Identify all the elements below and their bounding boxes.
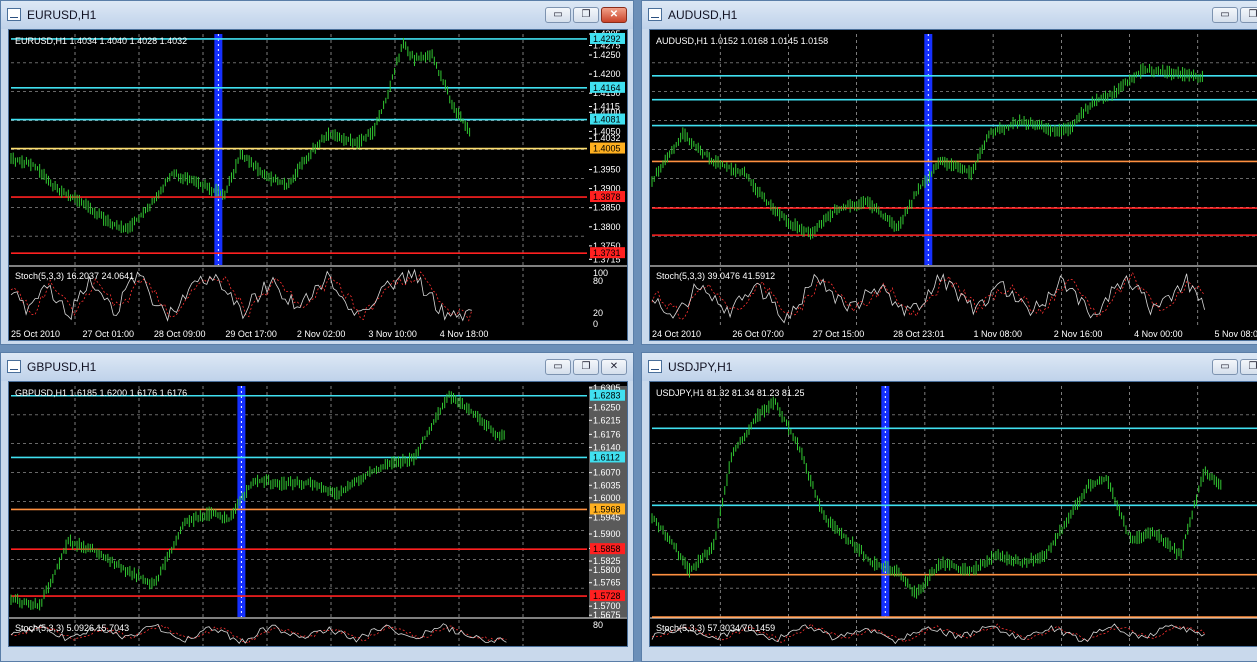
price-tick-label: 1.6070 (593, 468, 621, 478)
price-tick-label: 1.6140 (593, 442, 621, 452)
time-axis-label: 4 Nov 18:00 (440, 329, 489, 339)
price-tick-label: 1.3800 (593, 222, 621, 232)
time-axis-label: 26 Oct 07:00 (732, 329, 784, 339)
stoch-tick-label: 80 (593, 276, 603, 286)
time-axis-label: 24 Oct 2010 (652, 329, 701, 339)
window-title: AUDUSD,H1 (668, 8, 738, 22)
price-tick-label: 1.5900 (593, 529, 621, 539)
titlebar-usdjpy[interactable]: USDJPY,H1 ▭ ❐ (642, 353, 1257, 381)
restore-button[interactable]: ❐ (1240, 7, 1257, 23)
window-eurusd[interactable]: EURUSD,H1 ▭ ❐ ✕ 1.43051.42751.42501.4200… (0, 0, 634, 345)
level-price-label: 1.6112 (593, 452, 620, 462)
restore-button[interactable]: ❐ (1240, 359, 1257, 375)
price-tick-label: 1.5800 (593, 565, 621, 575)
price-tick-label: 1.4200 (593, 69, 621, 79)
level-price-label: 1.4292 (593, 34, 621, 44)
level-price-label: 1.3731 (593, 248, 621, 258)
price-tick-label: 1.4250 (593, 50, 621, 60)
window-audusd[interactable]: AUDUSD,H1 ▭ ❐ AUDUSD,H1 1.0152 1.0168 1.… (641, 0, 1257, 345)
chart-audusd[interactable]: AUDUSD,H1 1.0152 1.0168 1.0145 1.0158 Sto… (649, 29, 1257, 341)
symbol-ohlc-info: GBPUSD,H1 1.6185 1.6200 1.6176 1.6176 (15, 388, 187, 398)
price-tick-label: 1.6000 (593, 493, 621, 503)
grid (11, 386, 587, 646)
level-price-label: 1.4005 (593, 144, 621, 154)
stoch-tick-label: 20 (593, 308, 603, 318)
symbol-ohlc-info: AUDUSD,H1 1.0152 1.0168 1.0145 1.0158 (656, 36, 828, 46)
price-tick-label: 1.6250 (593, 403, 621, 413)
minimize-button[interactable]: ▭ (1212, 7, 1238, 23)
chart-window-icon (7, 360, 21, 373)
window-gbpusd[interactable]: GBPUSD,H1 ▭ ❐ ✕ 1.6305 1.6250 1.6215 1.6176… (0, 352, 634, 662)
restore-button[interactable]: ❐ (573, 7, 599, 23)
close-button[interactable]: ✕ (601, 7, 627, 23)
grid (652, 386, 1257, 646)
chart-usdjpy[interactable]: USDJPY,H1 81.32 81.34 81.23 81.25 Stoch(5… (649, 381, 1257, 647)
time-axis-label: 28 Oct 09:00 (154, 329, 206, 339)
price-bars (10, 390, 505, 611)
price-tick-label: 1.5765 (593, 578, 621, 588)
level-price-label: 1.6283 (593, 391, 621, 401)
price-tick-label: 1.5675 (593, 610, 621, 620)
level-price-label: 1.3878 (593, 192, 621, 202)
chart-canvas: AUDUSD,H1 1.0152 1.0168 1.0145 1.0158 Sto… (650, 34, 1257, 339)
stoch-tick-label: 0 (593, 319, 598, 329)
price-tick-label: 1.6215 (593, 415, 621, 425)
chart-window-icon (7, 8, 21, 21)
chart-canvas: 1.43051.42751.42501.42001.41501.41151.41… (9, 30, 627, 339)
symbol-ohlc-info: USDJPY,H1 81.32 81.34 81.23 81.25 (656, 388, 804, 398)
price-bars (651, 396, 1222, 599)
level-price-label: 1.4164 (593, 83, 621, 93)
level-price-label: 1.5728 (593, 591, 621, 601)
minimize-button[interactable]: ▭ (545, 359, 571, 375)
grid (652, 34, 1257, 326)
price-bars (10, 37, 471, 234)
minimize-button[interactable]: ▭ (545, 7, 571, 23)
window-usdjpy[interactable]: USDJPY,H1 ▭ ❐ USDJPY,H1 81.32 81.34 81.2… (641, 352, 1257, 662)
stoch-main-line (651, 273, 1205, 324)
time-axis-label: 27 Oct 01:00 (82, 329, 134, 339)
time-axis-label: 25 Oct 2010 (11, 329, 60, 339)
stoch-indicator-label: Stoch(5,3,3) 39.0476 41.5912 (656, 271, 775, 281)
chart-canvas: 1.63051.62501.62151.61761.61401.60701.60… (9, 383, 627, 646)
stoch-indicator-label: Stoch(5,3,3) 16.2037 24.0641 (15, 271, 134, 281)
titlebar-audusd[interactable]: AUDUSD,H1 ▭ ❐ (642, 1, 1257, 29)
time-axis-label: 1 Nov 08:00 (973, 329, 1022, 339)
chart-gbpusd[interactable]: 1.6305 1.6250 1.6215 1.6176 1.6140 1.6070 1.60… (8, 381, 628, 647)
chart-eurusd[interactable]: 1.43051.42751.42501.42001.41501.41151.41… (8, 29, 628, 341)
time-axis-label: 27 Oct 15:00 (813, 329, 865, 339)
window-title: EURUSD,H1 (27, 8, 97, 22)
price-tick-label: 1.4032 (593, 133, 621, 143)
minimize-button[interactable]: ▭ (1212, 359, 1238, 375)
time-axis-label: 4 Nov 00:00 (1134, 329, 1183, 339)
level-price-label: 1.5968 (593, 504, 621, 514)
price-tick-label: 1.6035 (593, 480, 621, 490)
time-axis-label: 5 Nov 08:00 (1215, 329, 1257, 339)
time-axis-label: 2 Nov 02:00 (297, 329, 346, 339)
close-button[interactable]: ✕ (601, 359, 627, 375)
restore-button[interactable]: ❐ (573, 359, 599, 375)
window-title: GBPUSD,H1 (27, 360, 97, 374)
price-tick-label: 1.6176 (593, 429, 621, 439)
titlebar-gbpusd[interactable]: GBPUSD,H1 ▭ ❐ ✕ (1, 353, 633, 381)
chart-canvas: USDJPY,H1 81.32 81.34 81.23 81.25 Stoch(5… (650, 386, 1257, 646)
symbol-ohlc-info: EURUSD,H1 1.4034 1.4040 1.4028 1.4032 (15, 36, 187, 46)
titlebar-eurusd[interactable]: EURUSD,H1 ▭ ❐ ✕ (1, 1, 633, 29)
stoch-indicator-label: Stoch(5,3,3) 5.0926 15.7043 (15, 623, 129, 633)
time-axis-label: 29 Oct 17:00 (225, 329, 277, 339)
price-tick-label: 1.3850 (593, 203, 621, 213)
level-price-label: 1.4081 (593, 115, 621, 125)
stoch-tick-label: 80 (593, 620, 603, 630)
time-axis-label: 3 Nov 10:00 (368, 329, 417, 339)
time-axis-label: 28 Oct 23:01 (893, 329, 945, 339)
time-axis-label: 2 Nov 16:00 (1054, 329, 1103, 339)
price-tick-label: 1.3950 (593, 165, 621, 175)
chart-window-icon (648, 8, 662, 21)
window-title: USDJPY,H1 (668, 360, 733, 374)
chart-window-icon (648, 360, 662, 373)
stoch-indicator-label: Stoch(5,3,3) 57.3034 70.1459 (656, 623, 775, 633)
level-price-label: 1.5858 (593, 544, 621, 554)
